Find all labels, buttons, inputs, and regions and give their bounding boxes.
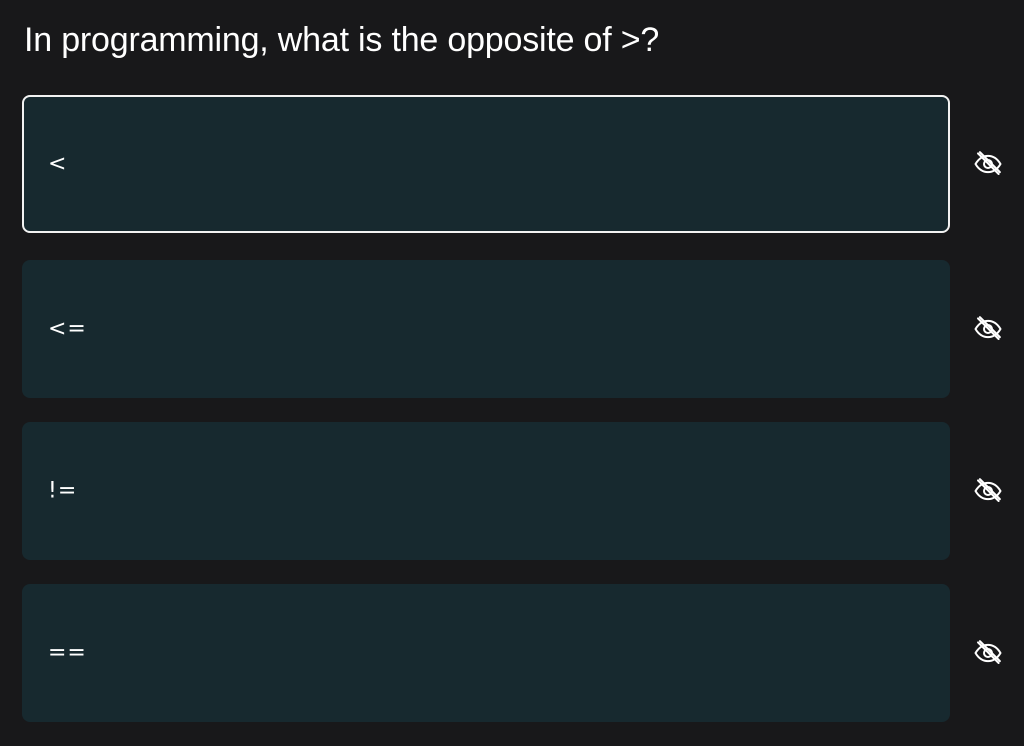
answer-option-3[interactable]: !=	[22, 422, 950, 560]
eye-off-icon	[974, 478, 1002, 502]
eye-off-icon	[974, 151, 1002, 175]
answer-option-1[interactable]: <	[22, 95, 950, 233]
question-text: In programming, what is the opposite of …	[24, 21, 660, 59]
answer-option-label: <	[48, 151, 68, 177]
option-row-3: !=	[22, 422, 1024, 560]
hide-option-button[interactable]	[970, 473, 1006, 509]
eye-off-icon	[974, 316, 1002, 340]
quiz-page: In programming, what is the opposite of …	[0, 0, 1024, 746]
hide-option-button[interactable]	[970, 311, 1006, 347]
answer-option-4[interactable]: ==	[22, 584, 950, 722]
answer-option-label: <=	[48, 316, 87, 342]
option-row-1: <	[22, 95, 1024, 233]
answer-option-label: ==	[48, 640, 87, 666]
option-row-4: ==	[22, 584, 1024, 722]
eye-off-icon	[974, 640, 1002, 664]
hide-option-button[interactable]	[970, 146, 1006, 182]
option-row-2: <=	[22, 260, 1024, 398]
answer-option-2[interactable]: <=	[22, 260, 950, 398]
answer-option-label: !=	[48, 478, 78, 504]
hide-option-button[interactable]	[970, 635, 1006, 671]
